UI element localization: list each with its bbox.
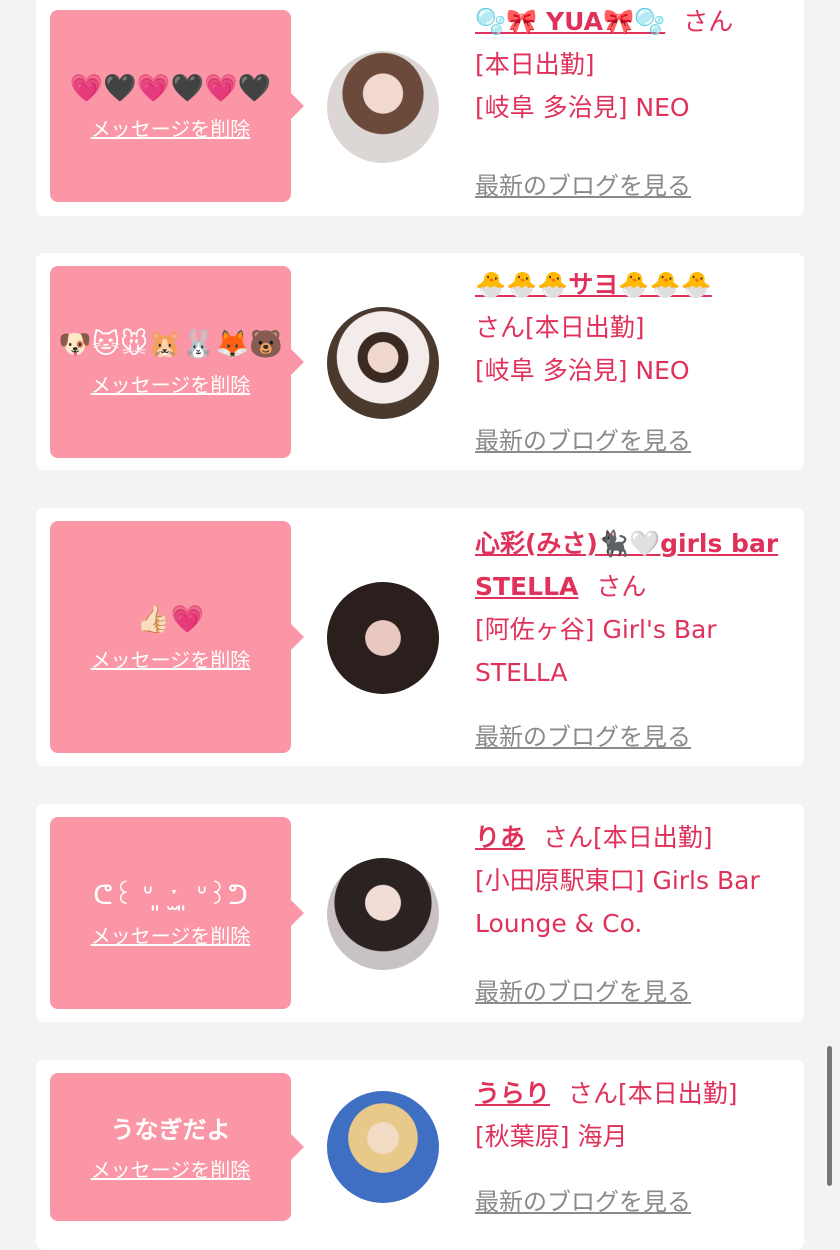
profile-info: りあ さん[本日出勤] [小田原駅東口] Girls Bar Lounge & C… <box>475 816 795 945</box>
message-bubble: ᕦ꒰ ᐡ ͈ ˑ̫ ͈ ᐡ꒱ᕤ メッセージを削除 <box>50 817 304 1009</box>
avatar[interactable] <box>327 582 439 694</box>
honorific: さん <box>596 572 647 601</box>
profile-status: さん[本日出勤] <box>568 1079 738 1108</box>
profile-info: 心彩(みさ)🐈‍⬛🤍girls bar STELLA さん [阿佐ヶ谷] Girl… <box>475 522 795 694</box>
avatar[interactable] <box>327 51 439 163</box>
profile-name-link[interactable]: 🫧🎀 YUA🎀🫧 <box>475 7 665 36</box>
latest-blog-link[interactable]: 最新のブログを見る <box>475 421 691 456</box>
profile-status: さん[本日出勤] <box>543 823 713 852</box>
delete-message-button[interactable]: メッセージを削除 <box>91 1154 251 1183</box>
profile-status: さん[本日出勤] <box>475 313 645 342</box>
message-text: 🐶🐱🐭🐹🐰🦊🐻 <box>58 328 283 360</box>
profile-info: 🐣🐣🐣サヨ🐣🐣🐣 さん[本日出勤] [岐阜 多治見] NEO <box>475 263 795 392</box>
message-card: ᕦ꒰ ᐡ ͈ ˑ̫ ͈ ᐡ꒱ᕤ メッセージを削除 りあ さん[本日出勤] [小田原… <box>36 804 804 1022</box>
avatar[interactable] <box>327 1091 439 1203</box>
message-card: 💗🖤💗🖤💗🖤 メッセージを削除 🫧🎀 YUA🎀🫧 さん [本日出勤] [岐阜 多治… <box>36 0 804 216</box>
scrollbar[interactable] <box>827 1046 832 1186</box>
message-card: 🐶🐱🐭🐹🐰🦊🐻 メッセージを削除 🐣🐣🐣サヨ🐣🐣🐣 さん[本日出勤] [岐阜 多… <box>36 253 804 470</box>
message-bubble: うなぎだよ メッセージを削除 <box>50 1073 304 1221</box>
latest-blog-link[interactable]: 最新のブログを見る <box>475 717 691 752</box>
message-bubble: 🐶🐱🐭🐹🐰🦊🐻 メッセージを削除 <box>50 266 304 458</box>
profile-info: 🫧🎀 YUA🎀🫧 さん [本日出勤] [岐阜 多治見] NEO <box>475 0 795 129</box>
message-text: 👍🏻💗 <box>136 603 205 635</box>
profile-shop: [秋葉原] 海月 <box>475 1122 628 1151</box>
avatar[interactable] <box>327 307 439 419</box>
message-card: うなぎだよ メッセージを削除 うらり さん[本日出勤] [秋葉原] 海月 最新のブ… <box>36 1060 804 1250</box>
profile-shop: [岐阜 多治見] NEO <box>475 356 690 385</box>
message-text: 💗🖤💗🖤💗🖤 <box>69 72 272 104</box>
profile-name-link[interactable]: うらり <box>475 1079 550 1108</box>
profile-info: うらり さん[本日出勤] [秋葉原] 海月 <box>475 1072 795 1158</box>
delete-message-button[interactable]: メッセージを削除 <box>91 920 251 949</box>
delete-message-button[interactable]: メッセージを削除 <box>91 369 251 398</box>
message-card: 👍🏻💗 メッセージを削除 心彩(みさ)🐈‍⬛🤍girls bar STELLA さ… <box>36 508 804 766</box>
delete-message-button[interactable]: メッセージを削除 <box>91 644 251 673</box>
message-bubble: 💗🖤💗🖤💗🖤 メッセージを削除 <box>50 10 304 202</box>
latest-blog-link[interactable]: 最新のブログを見る <box>475 1182 691 1217</box>
profile-status: [本日出勤] <box>475 50 595 79</box>
avatar[interactable] <box>327 858 439 970</box>
latest-blog-link[interactable]: 最新のブログを見る <box>475 972 691 1007</box>
profile-shop: [小田原駅東口] Girls Bar Lounge & Co. <box>475 866 760 938</box>
profile-name-link[interactable]: 🐣🐣🐣サヨ🐣🐣🐣 <box>475 270 712 299</box>
delete-message-button[interactable]: メッセージを削除 <box>91 113 251 142</box>
honorific: さん <box>683 7 734 36</box>
message-text: ᕦ꒰ ᐡ ͈ ˑ̫ ͈ ᐡ꒱ᕤ <box>93 879 248 911</box>
message-bubble: 👍🏻💗 メッセージを削除 <box>50 521 304 753</box>
profile-shop: [阿佐ヶ谷] Girl's Bar STELLA <box>475 615 717 687</box>
message-text: うなぎだよ <box>110 1115 231 1144</box>
profile-shop: [岐阜 多治見] NEO <box>475 93 690 122</box>
latest-blog-link[interactable]: 最新のブログを見る <box>475 166 691 201</box>
profile-name-link[interactable]: りあ <box>475 823 525 852</box>
